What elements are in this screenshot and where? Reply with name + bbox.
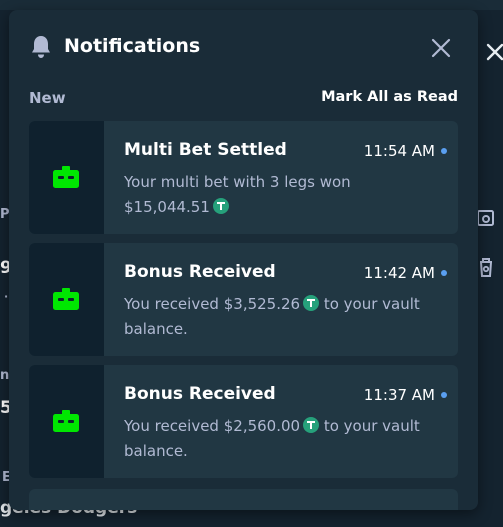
bell-icon (29, 34, 53, 60)
notification-icon-column (29, 121, 104, 234)
notification-card[interactable]: Multi Bet Settled 11:54 AM Your multi be… (29, 121, 458, 234)
message-suffix: to your vault (319, 295, 420, 313)
vault-icon (53, 166, 79, 188)
section-label-new: New (29, 89, 66, 107)
tether-icon (212, 197, 229, 214)
unread-dot (441, 270, 447, 276)
notification-time: 11:37 AM (363, 386, 435, 404)
notification-card[interactable]: Bonus Received 11:37 AM You received $2,… (29, 365, 458, 478)
background-receipt-icon[interactable] (476, 208, 496, 228)
message-suffix: to your vault (319, 417, 420, 435)
message-text-line2: balance. (124, 319, 188, 338)
message-amount: $15,044.51 (124, 197, 210, 216)
page-topbar (0, 0, 503, 10)
message-text: Your multi bet with 3 legs won (124, 173, 351, 191)
background-trash-icon[interactable] (476, 256, 496, 277)
notification-icon-column (29, 365, 104, 478)
message-amount: $3,525.26 (223, 295, 301, 313)
notifications-panel: Notifications New Mark All as Read Multi… (9, 10, 478, 510)
message-text: You received (124, 295, 224, 313)
notification-message: You received $2,560.00 to your vault bal… (124, 414, 454, 463)
background-text-fragment: n (0, 368, 10, 383)
notification-time: 11:42 AM (363, 264, 435, 282)
notification-card-partial[interactable] (29, 489, 458, 510)
notifications-header: Notifications (29, 34, 459, 64)
vault-icon (53, 288, 79, 310)
notification-title: Multi Bet Settled (124, 140, 287, 160)
message-amount: $2,560.00 (223, 417, 301, 435)
notification-message: Your multi bet with 3 legs won $15,044.5… (124, 170, 454, 219)
close-icon[interactable] (429, 36, 453, 60)
background-text-fragment: · (4, 290, 9, 303)
background-close-icon[interactable] (484, 38, 503, 66)
tether-icon (303, 295, 320, 311)
notification-icon-column (29, 243, 104, 356)
panel-title: Notifications (64, 35, 201, 57)
tether-icon (303, 417, 320, 433)
unread-dot (441, 148, 447, 154)
notification-title: Bonus Received (124, 262, 276, 282)
unread-dot (441, 392, 447, 398)
message-text-line2: balance. (124, 441, 188, 460)
vault-icon (53, 410, 79, 432)
mark-all-read-button[interactable]: Mark All as Read (321, 89, 458, 105)
notification-card[interactable]: Bonus Received 11:42 AM You received $3,… (29, 243, 458, 356)
notification-time: 11:54 AM (363, 142, 435, 160)
notification-message: You received $3,525.26 to your vault bal… (124, 292, 454, 341)
message-text: You received (124, 417, 224, 435)
notification-title: Bonus Received (124, 384, 276, 404)
